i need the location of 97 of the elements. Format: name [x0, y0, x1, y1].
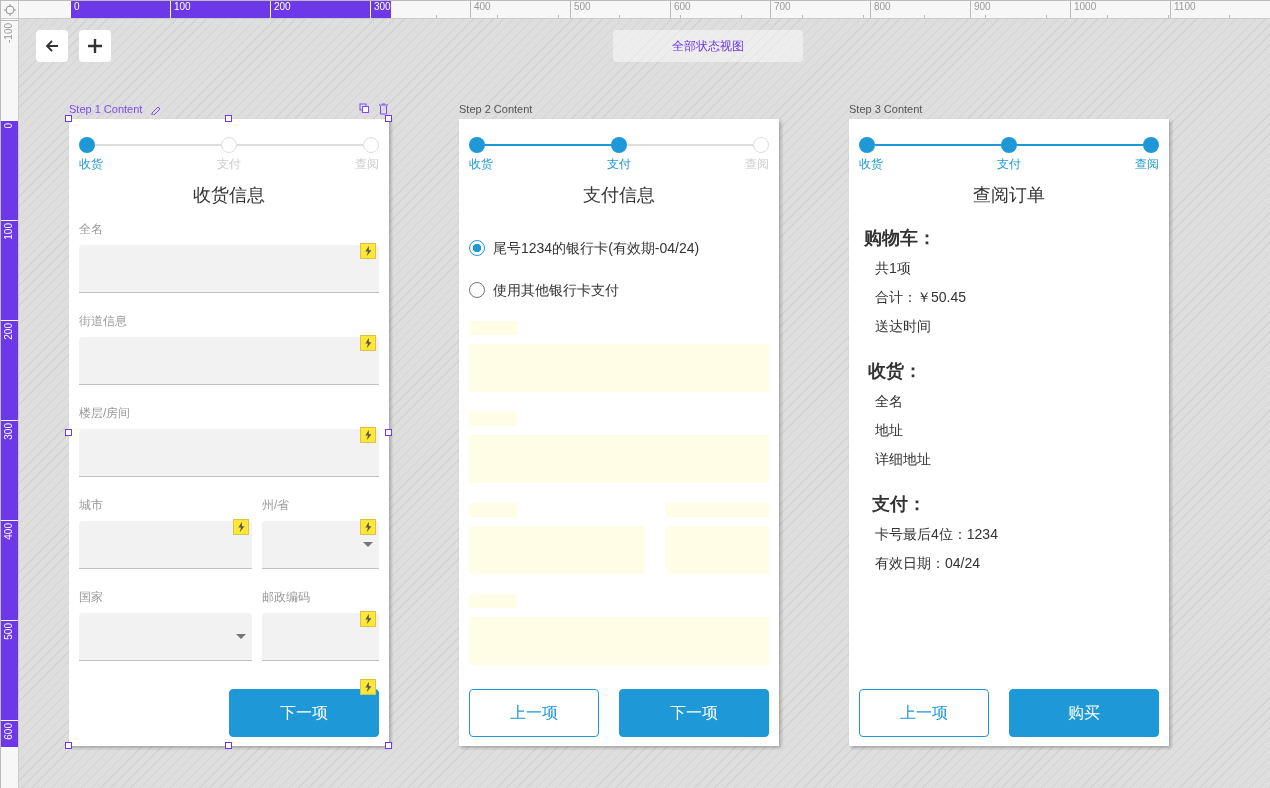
ruler-label: 1000 — [1070, 1, 1097, 18]
input-field[interactable] — [79, 429, 379, 477]
ruler-label: 500 — [3, 623, 14, 640]
field-label: 全名 — [79, 221, 104, 237]
lightning-icon[interactable] — [360, 679, 376, 695]
next-button[interactable]: 购买 — [1009, 689, 1159, 737]
resize-handle[interactable] — [65, 742, 72, 749]
resize-handle[interactable] — [385, 742, 392, 749]
back-button[interactable]: 上一项 — [859, 689, 989, 737]
step-label: 支付 — [997, 157, 1021, 171]
ruler-label: 0 — [3, 123, 14, 129]
artboard-label[interactable]: Step 1 Content — [69, 100, 143, 118]
add-button[interactable] — [79, 30, 111, 62]
resize-handle[interactable] — [65, 115, 72, 122]
resize-handle[interactable] — [65, 428, 72, 436]
option-label: 尾号1234的银行卡(有效期-04/24) — [493, 238, 700, 258]
input-field[interactable] — [79, 521, 252, 569]
lightning-icon[interactable] — [233, 519, 249, 535]
field-label: 楼层/房间 — [79, 405, 132, 421]
option-label: 使用其他银行卡支付 — [493, 280, 619, 300]
ruler-label: 0 — [70, 1, 80, 18]
ruler-label: 500 — [570, 1, 591, 18]
ruler-label: 700 — [770, 1, 791, 18]
field-label: 街道信息 — [79, 313, 128, 329]
resize-handle[interactable] — [225, 115, 232, 122]
radio-option[interactable]: 尾号1234的银行卡(有效期-04/24) — [469, 237, 769, 259]
summary-line: 共1项 — [874, 259, 912, 277]
ruler-label: 600 — [3, 723, 14, 740]
next-button[interactable]: 下一项 — [619, 689, 769, 737]
copy-icon[interactable] — [359, 103, 370, 114]
summary-line: 全名 — [874, 392, 904, 410]
ruler-label: 200 — [270, 1, 291, 18]
summary-line: 地址 — [874, 421, 904, 439]
artboard-label[interactable]: Step 3 Content — [849, 100, 923, 118]
input-field[interactable] — [79, 337, 379, 385]
radio-option[interactable]: 使用其他银行卡支付 — [469, 279, 769, 301]
field-label: 州/省 — [262, 497, 291, 513]
step-label: 支付 — [607, 157, 631, 171]
summary-line: 合计：￥50.45 — [874, 288, 968, 306]
input-field[interactable] — [262, 613, 379, 661]
ruler-label: 100 — [170, 1, 191, 18]
radio-button[interactable] — [469, 282, 485, 298]
radio-button[interactable] — [469, 240, 485, 256]
section-heading: 收货： — [867, 360, 923, 382]
resize-handle[interactable] — [225, 742, 232, 749]
placeholder-label — [469, 321, 517, 335]
input-field[interactable] — [79, 245, 379, 293]
lightning-icon[interactable] — [360, 335, 376, 351]
arrow-left-icon — [44, 38, 60, 54]
resize-handle[interactable] — [385, 115, 392, 122]
ruler-label: 300 — [370, 1, 391, 18]
field-label: 邮政编码 — [262, 589, 311, 605]
step-label: 收货 — [79, 157, 103, 171]
view-button[interactable]: 全部状态视图 — [613, 30, 803, 62]
artboard-label[interactable]: Step 2 Content — [459, 100, 533, 118]
plus-icon — [87, 38, 103, 54]
summary-line: 有效日期：04/24 — [874, 554, 982, 572]
step-title: 支付信息 — [582, 184, 656, 207]
step-label: 收货 — [469, 157, 493, 171]
back-button[interactable]: 上一项 — [469, 689, 599, 737]
ruler-label: 400 — [470, 1, 491, 18]
dropdown-field[interactable] — [262, 521, 379, 569]
lightning-icon[interactable] — [360, 519, 376, 535]
ruler-label: 200 — [3, 323, 14, 340]
summary-line: 详细地址 — [874, 450, 932, 468]
field-label: 城市 — [79, 497, 104, 513]
summary-line: 送达时间 — [874, 317, 932, 335]
ruler-label: -100 — [3, 23, 14, 43]
ruler-label: 100 — [3, 223, 14, 240]
ruler-label: 400 — [3, 523, 14, 540]
ruler-label: 1100 — [1170, 1, 1196, 18]
lightning-icon[interactable] — [360, 427, 376, 443]
ruler-label: 900 — [970, 1, 991, 18]
crosshair-icon[interactable] — [3, 3, 16, 16]
field-label: 国家 — [79, 589, 104, 605]
back-button[interactable] — [36, 30, 68, 62]
section-heading: 支付： — [871, 493, 927, 515]
step-label: 查阅 — [1135, 157, 1159, 171]
dropdown-field[interactable] — [79, 613, 252, 661]
ruler-label: 600 — [670, 1, 691, 18]
placeholder-label — [469, 412, 517, 426]
next-button[interactable]: 下一项 — [229, 689, 379, 737]
lightning-icon[interactable] — [360, 243, 376, 259]
step-title: 查阅订单 — [972, 184, 1046, 207]
trash-icon[interactable] — [378, 103, 389, 115]
lightning-icon[interactable] — [360, 611, 376, 627]
step-label: 收货 — [859, 157, 883, 171]
section-heading: 购物车： — [863, 227, 937, 249]
ruler-label: 300 — [3, 423, 14, 440]
ruler-label: 800 — [870, 1, 891, 18]
placeholder-label — [469, 594, 517, 608]
placeholder-label — [469, 503, 517, 517]
summary-line: 卡号最后4位：1234 — [874, 525, 999, 543]
caret-icon — [363, 542, 373, 547]
resize-handle[interactable] — [385, 428, 392, 436]
caret-icon — [236, 634, 246, 639]
step-title: 收货信息 — [192, 184, 266, 207]
